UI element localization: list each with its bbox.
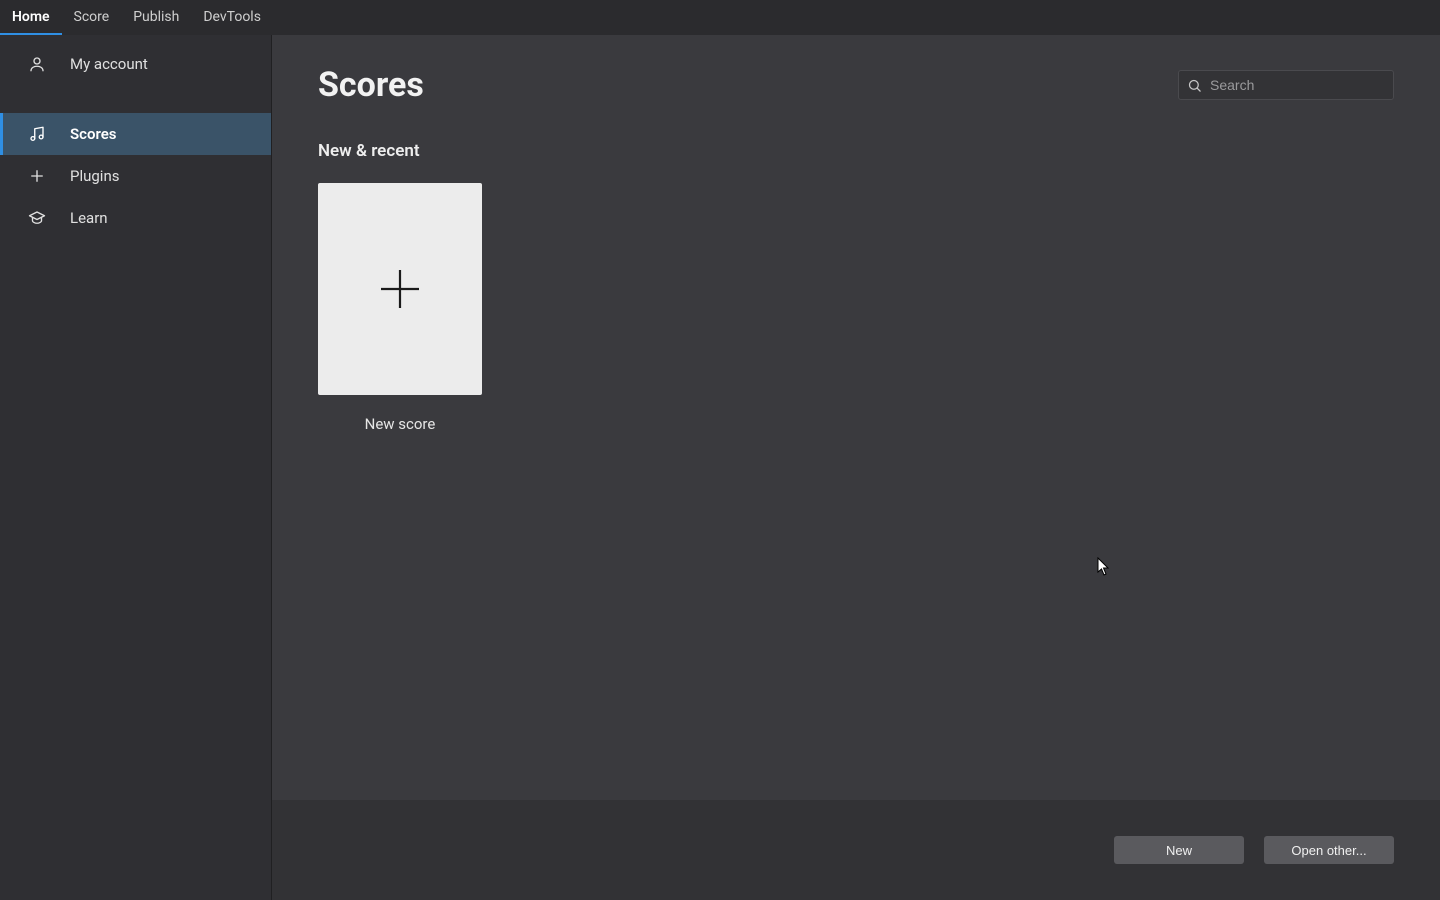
sidebar-item-plugins[interactable]: Plugins xyxy=(0,155,271,197)
main-content: Scores New & recent New score xyxy=(272,35,1440,800)
page-title: Scores xyxy=(318,65,424,105)
section-title: New & recent xyxy=(318,141,1394,161)
body: My account Scores Plugins Learn Scores xyxy=(0,35,1440,900)
sidebar-item-label: My account xyxy=(70,55,148,73)
music-icon xyxy=(28,125,46,143)
new-score-thumb xyxy=(318,183,482,395)
sidebar: My account Scores Plugins Learn xyxy=(0,35,272,900)
sidebar-item-my-account[interactable]: My account xyxy=(0,43,271,85)
new-score-card[interactable]: New score xyxy=(318,183,482,433)
tab-label: DevTools xyxy=(203,9,261,25)
new-score-caption: New score xyxy=(365,415,436,433)
tab-devtools[interactable]: DevTools xyxy=(191,0,273,35)
main: Scores New & recent New score xyxy=(272,35,1440,900)
tab-score[interactable]: Score xyxy=(62,0,122,35)
topbar: Home Score Publish DevTools xyxy=(0,0,1440,35)
card-grid: New score xyxy=(318,183,1394,433)
search-box[interactable] xyxy=(1178,70,1394,100)
sidebar-item-learn[interactable]: Learn xyxy=(0,197,271,239)
tab-label: Score xyxy=(74,9,110,25)
sidebar-item-label: Plugins xyxy=(70,167,119,185)
tab-label: Publish xyxy=(133,9,179,25)
plus-large-icon xyxy=(379,268,421,310)
search-input[interactable] xyxy=(1210,77,1391,93)
open-other-button[interactable]: Open other... xyxy=(1264,836,1394,864)
sidebar-separator xyxy=(0,85,271,113)
new-button[interactable]: New xyxy=(1114,836,1244,864)
learn-icon xyxy=(28,209,46,227)
footer-bar: New Open other... xyxy=(272,800,1440,900)
sidebar-item-label: Scores xyxy=(70,125,117,143)
plus-icon xyxy=(28,167,46,185)
sidebar-item-label: Learn xyxy=(70,209,108,227)
main-header: Scores xyxy=(318,65,1394,105)
sidebar-item-scores[interactable]: Scores xyxy=(0,113,271,155)
search-icon xyxy=(1187,78,1202,93)
tab-label: Home xyxy=(12,9,50,25)
user-icon xyxy=(28,55,46,73)
tab-publish[interactable]: Publish xyxy=(121,0,191,35)
tab-home[interactable]: Home xyxy=(0,0,62,35)
